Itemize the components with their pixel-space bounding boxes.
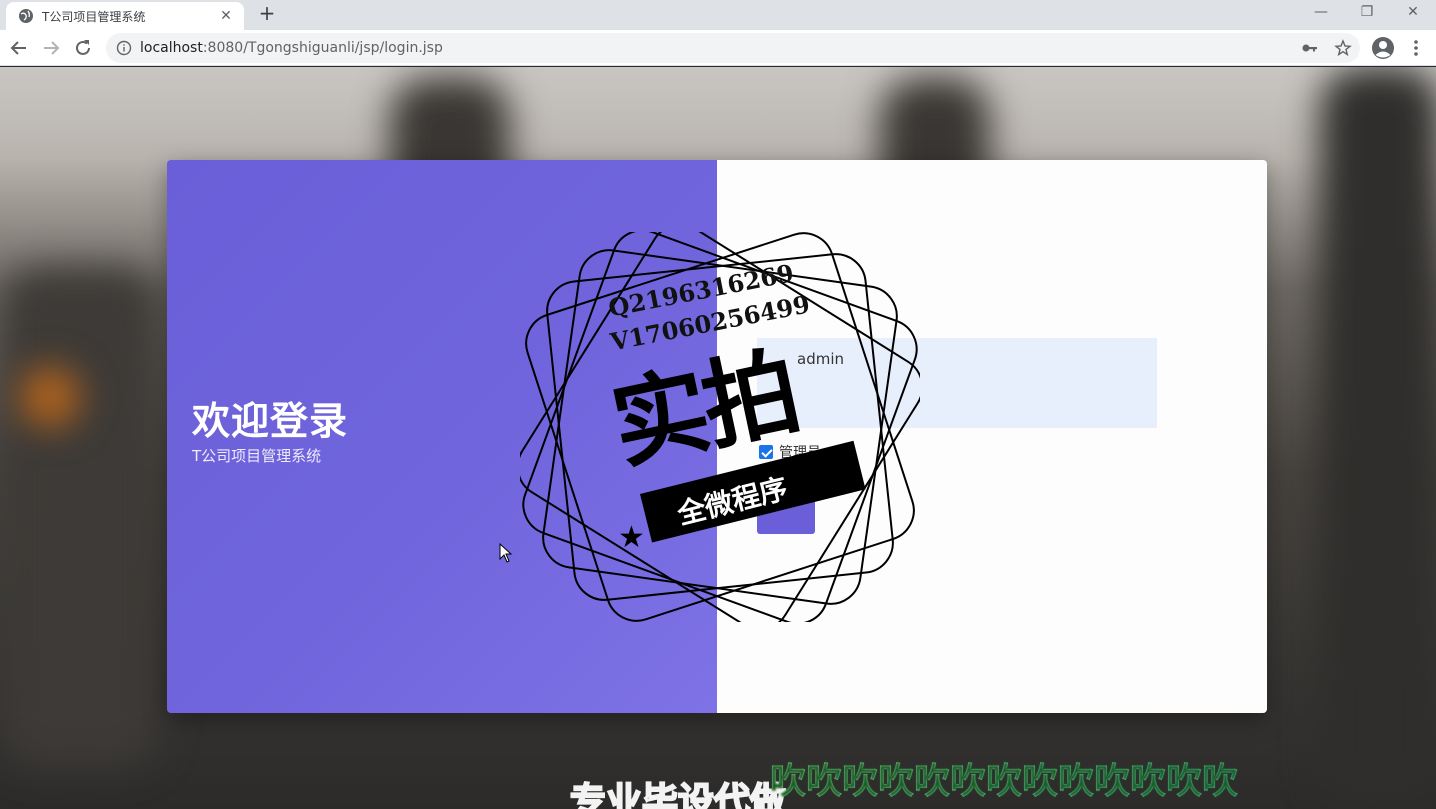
new-tab-button[interactable]: +: [256, 2, 278, 24]
watermark-stamp: Q2196316269 V17060256499 实拍 全微程序 ★ ★: [520, 232, 920, 622]
system-name: T公司项目管理系统: [192, 447, 322, 465]
background-wall: [0, 267, 160, 767]
caption-top: 吹吹吹吹吹吹吹吹吹吹吹吹吹: [770, 752, 1238, 804]
restore-button[interactable]: ❐: [1344, 0, 1390, 30]
tab-title: T公司项目管理系统: [42, 10, 146, 24]
tab-strip: T公司项目管理系统 ✕ + — ❐ ✕: [0, 0, 1436, 30]
reload-icon[interactable]: [71, 36, 95, 60]
cursor-icon: [499, 543, 513, 563]
more-icon[interactable]: [1404, 36, 1428, 60]
forward-icon[interactable]: [39, 36, 63, 60]
globe-icon: [19, 9, 33, 23]
welcome-heading: 欢迎登录: [192, 399, 349, 443]
caption-bottom: 专业毕设代做: [569, 780, 787, 809]
account-icon[interactable]: [1371, 36, 1395, 60]
star-icon[interactable]: [1334, 39, 1352, 57]
url-path: :8080/Tgongshiguanli/jsp/login.jsp: [202, 40, 443, 56]
url-text: localhost:8080/Tgongshiguanli/jsp/login.…: [140, 40, 443, 56]
tab-close-icon[interactable]: ✕: [216, 6, 236, 26]
url-host: localhost: [140, 40, 203, 56]
star-decoration-icon: ★: [618, 520, 645, 555]
browser-toolbar: localhost:8080/Tgongshiguanli/jsp/login.…: [0, 30, 1436, 66]
background-light: [20, 367, 80, 427]
minimize-button[interactable]: —: [1298, 0, 1344, 30]
info-icon[interactable]: [116, 40, 132, 56]
background-wall: [1320, 67, 1436, 807]
close-window-button[interactable]: ✕: [1390, 0, 1436, 30]
browser-tab[interactable]: T公司项目管理系统 ✕: [6, 2, 244, 30]
address-bar[interactable]: localhost:8080/Tgongshiguanli/jsp/login.…: [106, 33, 1360, 63]
star-decoration-icon: ★: [834, 464, 861, 499]
key-icon[interactable]: [1301, 39, 1319, 57]
back-icon[interactable]: [7, 36, 31, 60]
